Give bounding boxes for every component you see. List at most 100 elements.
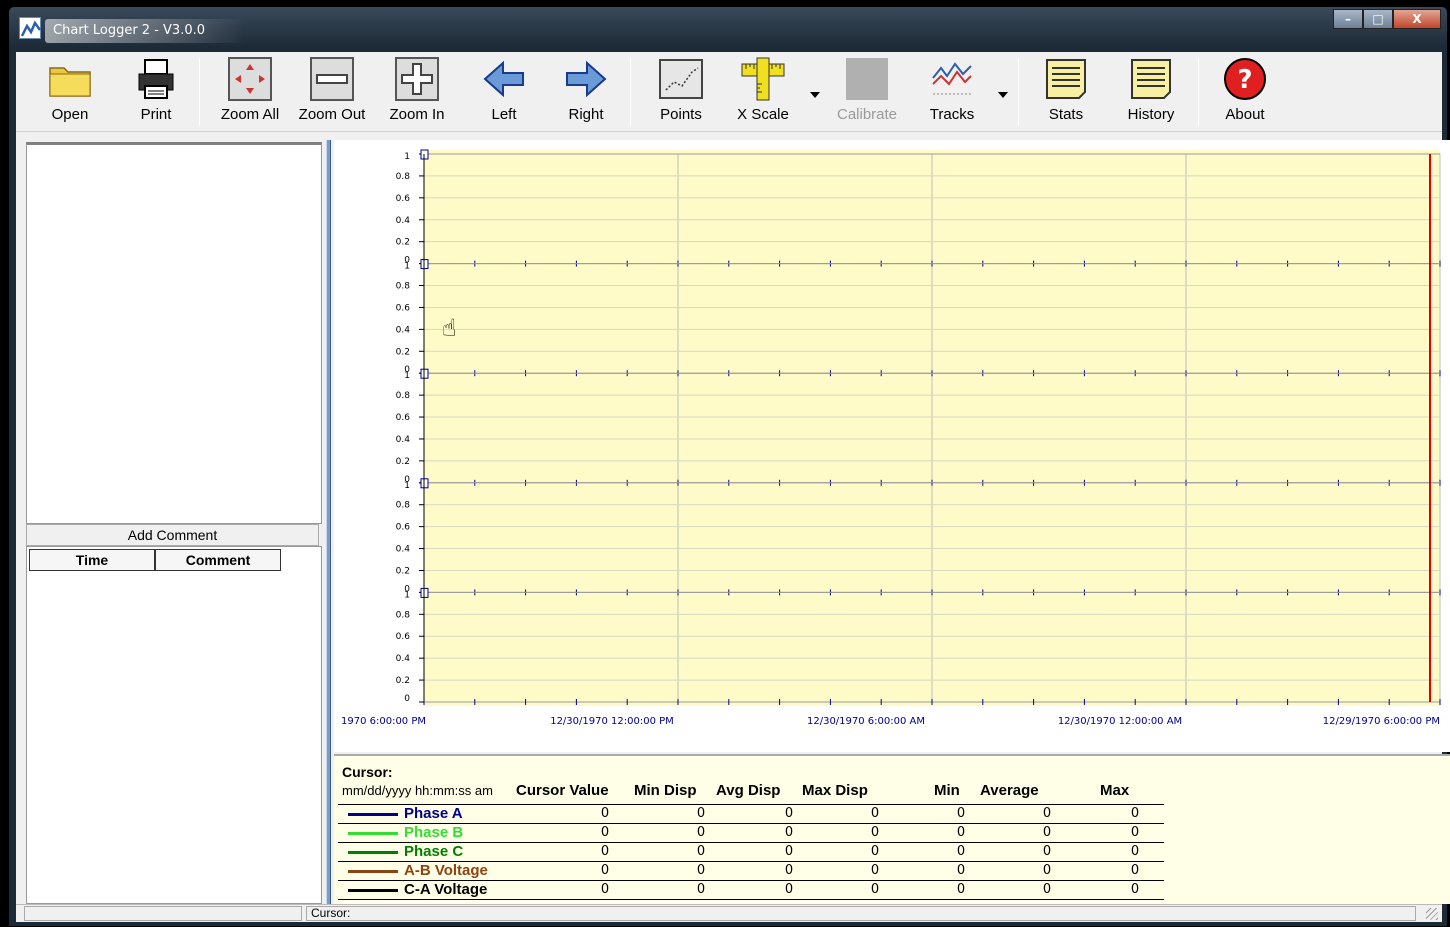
stats-label: Stats — [1048, 106, 1084, 123]
y-tick-label: 0.4 — [396, 545, 411, 555]
stats-button[interactable]: Stats — [1038, 56, 1094, 130]
stats-value: 0 — [1042, 882, 1052, 897]
stats-value: 0 — [600, 882, 610, 897]
stats-value: 0 — [870, 806, 880, 821]
stats-value: 0 — [1130, 882, 1140, 897]
y-tick-label: 1 — [404, 262, 410, 272]
zoom-in-icon — [395, 57, 439, 101]
calibrate-icon — [846, 58, 888, 100]
chart-area[interactable]: 1 0.8 0.6 0.4 0.2 0 1 0.8 0.6 0.4 0.2 0 1 0.8 0.6 0.4 0.… — [334, 140, 1450, 752]
tracks-dropdown-icon[interactable] — [998, 92, 1008, 98]
arrow-left-icon — [483, 60, 524, 98]
stats-value: 0 — [870, 825, 880, 840]
stats-value: 0 — [956, 806, 966, 821]
x-tick-label: 12/30/1970 12:00:00 PM — [550, 716, 674, 727]
print-label: Print — [140, 106, 172, 123]
x-tick-label: 12/30/1970 12:00:00 AM — [1058, 716, 1182, 727]
stats-value: 0 — [600, 844, 610, 859]
stats-value: 0 — [1130, 844, 1140, 859]
splitter-handle[interactable] — [326, 140, 331, 904]
tracks-label: Tracks — [929, 106, 975, 123]
stats-value: 0 — [1130, 863, 1140, 878]
y-tick-label: 0.2 — [396, 238, 410, 248]
right-button[interactable]: Right — [560, 56, 612, 130]
y-tick-label: 1 — [404, 481, 410, 491]
y-tick-label: 0.6 — [396, 523, 411, 533]
stats-value: 0 — [600, 863, 610, 878]
series-swatch — [348, 832, 398, 835]
stats-value: 0 — [784, 806, 794, 821]
history-button[interactable]: History — [1118, 56, 1184, 130]
stats-row[interactable]: C-A Voltage 0 0 0 0 0 0 0 — [338, 880, 1164, 899]
y-tick-label: 0.2 — [396, 566, 410, 576]
series-swatch — [348, 870, 398, 873]
status-cursor-text: Cursor: — [306, 906, 1416, 921]
stats-value: 0 — [696, 863, 706, 878]
maximize-button[interactable]: □ — [1363, 9, 1393, 29]
zoom-all-button[interactable]: Zoom All — [212, 56, 288, 130]
close-button[interactable]: X — [1393, 9, 1441, 29]
minimize-button[interactable]: – — [1333, 9, 1363, 29]
ruler-icon — [741, 57, 785, 101]
stats-column-header: Avg Disp — [716, 782, 781, 799]
add-comment-button[interactable]: Add Comment — [26, 524, 319, 546]
x-tick-label: 12/29/1970 6:00:00 PM — [1323, 716, 1440, 727]
points-button[interactable]: Points — [648, 56, 714, 130]
stats-value: 0 — [784, 882, 794, 897]
stats-row[interactable]: Phase A 0 0 0 0 0 0 0 — [338, 804, 1164, 823]
chart-svg[interactable]: 10.80.60.40.2010.80.60.40.2010.80.60.40.… — [334, 140, 1450, 752]
hand-cursor-icon: ☝ — [442, 314, 457, 342]
stats-value: 0 — [1130, 825, 1140, 840]
calibrate-button[interactable]: Calibrate — [832, 56, 902, 130]
history-label: History — [1127, 106, 1175, 123]
series-swatch — [348, 889, 398, 892]
stats-value: 0 — [696, 844, 706, 859]
zoom-all-label: Zoom All — [220, 106, 280, 123]
series-name: C-A Voltage — [404, 881, 488, 898]
app-window: Chart Logger 2 - V3.0.0 – □ X Open Print… — [8, 6, 1450, 927]
stats-column-header: Min — [934, 782, 960, 799]
app-icon — [19, 17, 42, 39]
stats-value: 0 — [956, 825, 966, 840]
stats-row[interactable]: A-B Voltage 0 0 0 0 0 0 0 — [338, 861, 1164, 880]
track-list-panel[interactable] — [26, 142, 322, 524]
y-tick-label: 0.8 — [396, 282, 411, 292]
stats-value: 0 — [784, 863, 794, 878]
resize-grip-icon[interactable] — [1426, 908, 1438, 920]
date-format-label: mm/dd/yyyy hh:mm:ss am — [342, 783, 493, 798]
y-tick-label: 0 — [404, 694, 410, 704]
stats-value: 0 — [956, 882, 966, 897]
tracks-button[interactable]: Tracks — [922, 56, 982, 130]
stats-table-bottom-border — [338, 899, 1164, 900]
x-scale-button[interactable]: X Scale — [732, 56, 794, 130]
print-button[interactable]: Print — [130, 56, 182, 130]
stats-row[interactable]: Phase C 0 0 0 0 0 0 0 — [338, 842, 1164, 861]
title-bar[interactable]: Chart Logger 2 - V3.0.0 – □ X — [9, 7, 1447, 51]
stats-row[interactable]: Phase B 0 0 0 0 0 0 0 — [338, 823, 1164, 842]
stats-value: 0 — [1042, 806, 1052, 821]
zoom-out-icon — [310, 57, 354, 101]
stats-value: 0 — [1042, 863, 1052, 878]
comment-column-header[interactable]: Comment — [155, 549, 281, 571]
left-button[interactable]: Left — [478, 56, 530, 130]
stats-value: 0 — [870, 882, 880, 897]
stats-value: 0 — [956, 863, 966, 878]
zoom-out-button[interactable]: Zoom Out — [292, 56, 372, 130]
zoom-all-icon — [228, 57, 272, 101]
open-button[interactable]: Open — [44, 56, 96, 130]
y-tick-label: 0.6 — [396, 632, 411, 642]
x-tick-label: 12/30/1970 6:00:00 AM — [807, 716, 925, 727]
left-label: Left — [491, 106, 517, 123]
time-column-header[interactable]: Time — [29, 549, 155, 571]
comment-list[interactable]: Time Comment — [26, 546, 322, 904]
about-button[interactable]: ? About — [1216, 56, 1274, 130]
stats-value: 0 — [696, 882, 706, 897]
open-label: Open — [51, 106, 89, 123]
y-tick-label: 0.8 — [396, 391, 411, 401]
zoom-in-button[interactable]: Zoom In — [382, 56, 452, 130]
arrow-right-icon — [566, 60, 607, 98]
x-scale-label: X Scale — [737, 106, 789, 123]
x-scale-dropdown-icon[interactable] — [810, 92, 820, 98]
stats-column-header: Min Disp — [634, 782, 697, 799]
toolbar-separator — [1198, 58, 1199, 126]
